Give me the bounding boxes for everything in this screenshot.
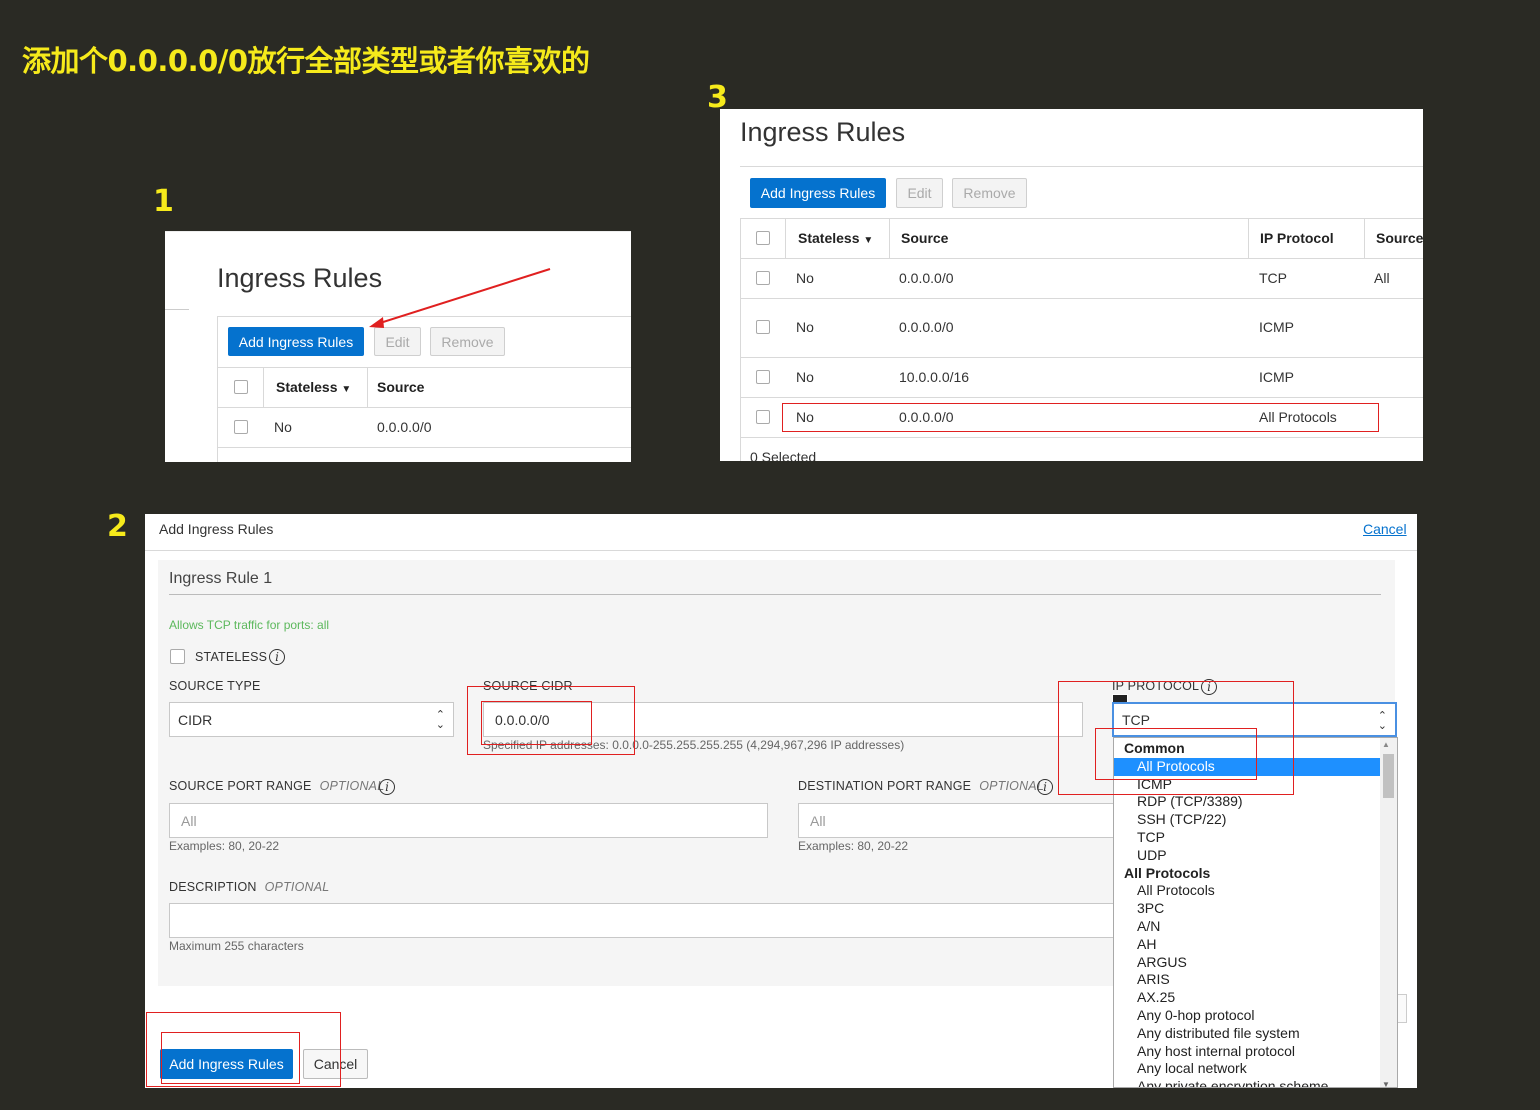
dropdown-option[interactable]: Any host internal protocol xyxy=(1114,1043,1380,1061)
allows-traffic-text: Allows TCP traffic for ports: all xyxy=(169,618,330,632)
info-icon[interactable]: i xyxy=(269,649,285,665)
source-type-label: SOURCE TYPE xyxy=(169,679,261,693)
step-number-1: 1 xyxy=(153,184,174,219)
source-type-select[interactable]: CIDR ⌃ ⌄ xyxy=(169,702,454,737)
stateless-checkbox[interactable] xyxy=(170,649,185,664)
source-port-range-input[interactable]: All xyxy=(169,803,768,838)
cell-stateless: No xyxy=(796,369,814,385)
column-header-stateless[interactable]: Stateless ▼ xyxy=(798,230,873,246)
dropdown-option[interactable]: Any 0-hop protocol xyxy=(1114,1007,1380,1025)
dropdown-option[interactable]: A/N xyxy=(1114,918,1380,936)
dropdown-option[interactable]: 3PC xyxy=(1114,900,1380,918)
screenshot-panel-3: Ingress Rules Add Ingress Rules Edit Rem… xyxy=(720,109,1423,461)
dropdown-option[interactable]: UDP xyxy=(1114,847,1380,865)
column-header-source-port: Source xyxy=(1376,230,1423,246)
dropdown-option[interactable]: RDP (TCP/3389) xyxy=(1114,793,1380,811)
dropdown-option[interactable]: AX.25 xyxy=(1114,989,1380,1007)
cell-protocol: ICMP xyxy=(1259,319,1294,335)
cell-protocol: ICMP xyxy=(1259,369,1294,385)
scrollbar-thumb[interactable] xyxy=(1383,754,1394,798)
source-port-range-label: SOURCE PORT RANGE OPTIONAL xyxy=(169,779,385,793)
description-hint: Maximum 255 characters xyxy=(169,939,304,953)
row-checkbox[interactable] xyxy=(756,410,770,424)
column-header-ip-protocol: IP Protocol xyxy=(1260,230,1334,246)
cell-source: 0.0.0.0/0 xyxy=(899,270,954,286)
annotation-heading: 添加个0.0.0.0/0放行全部类型或者你喜欢的 xyxy=(22,44,590,78)
cancel-link[interactable]: Cancel xyxy=(1363,521,1407,537)
step-number-2: 2 xyxy=(107,509,128,544)
dropdown-option[interactable]: Any distributed file system xyxy=(1114,1025,1380,1043)
cell-stateless: No xyxy=(796,319,814,335)
highlight-box-new-rule xyxy=(782,403,1379,432)
remove-button[interactable]: Remove xyxy=(952,178,1027,208)
chevron-updown-icon: ⌃ ⌄ xyxy=(1377,710,1387,732)
dropdown-option[interactable]: All Protocols xyxy=(1114,882,1380,900)
dropdown-option[interactable]: Any local network xyxy=(1114,1060,1380,1078)
info-icon[interactable]: i xyxy=(1037,779,1053,795)
description-label: DESCRIPTION OPTIONAL xyxy=(169,880,330,894)
row-checkbox[interactable] xyxy=(756,320,770,334)
info-icon[interactable]: i xyxy=(379,779,395,795)
scroll-up-icon[interactable]: ▲ xyxy=(1382,740,1390,749)
add-ingress-rules-button[interactable]: Add Ingress Rules xyxy=(750,178,886,208)
dropdown-option[interactable]: ARGUS xyxy=(1114,954,1380,972)
rule-title: Ingress Rule 1 xyxy=(169,570,273,587)
highlight-box-submit-inner xyxy=(161,1032,300,1084)
cell-source: 0.0.0.0/0 xyxy=(899,319,954,335)
source-port-hint: Examples: 80, 20-22 xyxy=(169,839,280,853)
dropdown-option[interactable]: TCP xyxy=(1114,829,1380,847)
destination-port-range-label: DESTINATION PORT RANGE OPTIONAL xyxy=(798,779,1044,793)
dropdown-option[interactable]: SSH (TCP/22) xyxy=(1114,811,1380,829)
scroll-down-icon[interactable]: ▼ xyxy=(1382,1080,1390,1087)
dialog-title: Add Ingress Rules xyxy=(159,521,274,537)
dropdown-group-label: All Protocols xyxy=(1124,864,1211,881)
red-arrow-annotation xyxy=(369,268,551,328)
column-header-source: Source xyxy=(901,230,949,246)
dropdown-option[interactable]: Any private encryption scheme xyxy=(1114,1078,1380,1087)
dropdown-option[interactable]: ARIS xyxy=(1114,971,1380,989)
screenshot-panel-1: Ingress Rules Add Ingress Rules Edit Rem… xyxy=(165,231,631,462)
chevron-updown-icon: ⌃ ⌄ xyxy=(435,709,445,731)
stateless-label: STATELESS xyxy=(195,650,268,664)
add-ingress-rules-dialog: Add Ingress Rules Cancel Ingress Rule 1 … xyxy=(145,514,1417,1088)
destination-port-hint: Examples: 80, 20-22 xyxy=(798,839,909,853)
row-checkbox[interactable] xyxy=(756,370,770,384)
highlight-box-protocol-inner xyxy=(1095,728,1257,780)
cell-source: 10.0.0.0/16 xyxy=(899,369,970,385)
select-all-checkbox[interactable] xyxy=(756,231,770,245)
cell-protocol: TCP xyxy=(1259,270,1287,286)
cell-stateless: No xyxy=(796,270,814,286)
edit-button[interactable]: Edit xyxy=(896,178,943,208)
dropdown-scrollbar[interactable]: ▲ ▼ xyxy=(1380,738,1397,1087)
page-title: Ingress Rules xyxy=(740,117,906,147)
highlight-box-cidr-inner xyxy=(481,701,592,745)
sort-caret-icon: ▼ xyxy=(863,235,874,246)
row-checkbox[interactable] xyxy=(756,271,770,285)
cell-source-port: All xyxy=(1374,270,1390,286)
selection-count: 0 Selected xyxy=(750,449,817,461)
dropdown-option[interactable]: AH xyxy=(1114,936,1380,954)
